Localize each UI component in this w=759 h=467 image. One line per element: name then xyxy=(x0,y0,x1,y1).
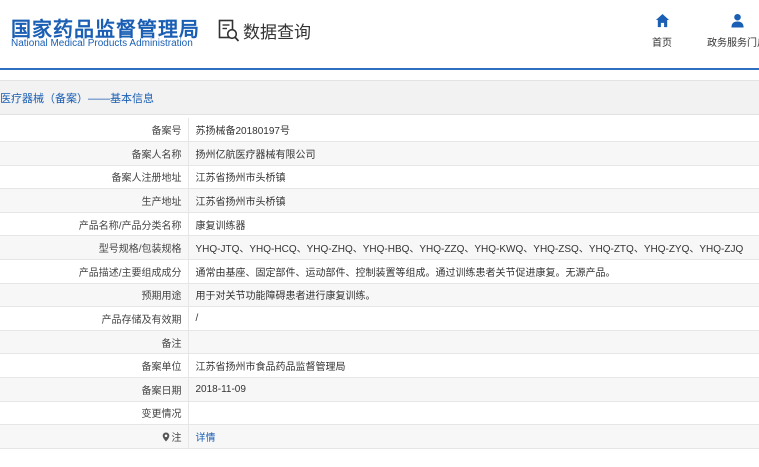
table-row: 产品名称/产品分类名称 康复训练器 xyxy=(0,212,759,237)
row-label: 备案人注册地址 xyxy=(0,165,189,190)
breadcrumb-bar: 医疗器械（备案）——基本信息 xyxy=(0,80,759,115)
row-value: 江苏省扬州市食品药品监督管理局 xyxy=(188,353,759,379)
row-value xyxy=(188,330,759,355)
row-value: 详情 xyxy=(188,424,759,449)
table-row: 备案人注册地址 江苏省扬州市头桥镇 xyxy=(0,165,759,190)
breadcrumb: 医疗器械（备案）——基本信息 xyxy=(0,92,154,105)
data-query-link[interactable]: 数据查询 xyxy=(218,18,311,43)
row-value: 扬州亿航医疗器械有限公司 xyxy=(188,141,759,166)
table-row: 型号规格/包装规格 YHQ-JTQ、YHQ-HCQ、YHQ-ZHQ、YHQ-HB… xyxy=(0,235,759,261)
table-row: 生产地址 江苏省扬州市头桥镇 xyxy=(0,188,759,213)
table-row: 备案日期 2018-11-09 xyxy=(0,377,759,402)
row-value: 通常由基座、固定部件、运动部件、控制装置等组成。通过训练患者关节促进康复。无源产… xyxy=(188,259,759,284)
row-label: 产品存储及有效期 xyxy=(0,306,189,331)
nav-home[interactable]: 首页 xyxy=(652,13,672,49)
row-value: 2018-11-09 xyxy=(188,377,759,402)
row-value: 江苏省扬州市头桥镇 xyxy=(188,188,759,213)
row-label: 注 xyxy=(171,433,182,445)
row-label: 预期用途 xyxy=(0,283,189,308)
nav-home-label: 首页 xyxy=(652,38,672,49)
row-label: 备注 xyxy=(0,330,189,355)
note-label-cell: 注 xyxy=(0,424,189,449)
table-row: 产品存储及有效期 / xyxy=(0,306,759,331)
row-label: 生产地址 xyxy=(0,188,189,213)
row-value: 用于对关节功能障碍患者进行康复训练。 xyxy=(188,283,759,308)
record-info-table: 备案号 苏扬械备20180197号 备案人名称 扬州亿航医疗器械有限公司 备案人… xyxy=(0,118,759,449)
row-value: YHQ-JTQ、YHQ-HCQ、YHQ-ZHQ、YHQ-HBQ、YHQ-ZZQ、… xyxy=(188,235,759,261)
row-value: 苏扬械备20180197号 xyxy=(188,118,759,143)
logo-subtitle[interactable]: National Medical Products Administration xyxy=(11,38,193,49)
row-label: 产品描述/主要组成成分 xyxy=(0,259,189,284)
row-value: 江苏省扬州市头桥镇 xyxy=(188,165,759,190)
row-label: 型号规格/包装规格 xyxy=(0,235,189,261)
table-row: 预期用途 用于对关节功能障碍患者进行康复训练。 xyxy=(0,283,759,308)
row-label: 备案人名称 xyxy=(0,141,189,166)
details-link[interactable]: 详情 xyxy=(196,433,216,444)
table-row: 变更情况 xyxy=(0,401,759,426)
nav-gov-service-label: 政务服务门户 xyxy=(707,38,759,49)
table-row: 注 详情 xyxy=(0,424,759,449)
location-pin-icon xyxy=(162,432,169,442)
table-row: 备注 xyxy=(0,330,759,355)
table-row: 产品描述/主要组成成分 通常由基座、固定部件、运动部件、控制装置等组成。通过训练… xyxy=(0,259,759,284)
row-value: 康复训练器 xyxy=(188,212,759,237)
row-label: 备案日期 xyxy=(0,377,189,402)
row-value: / xyxy=(188,306,759,331)
row-label: 产品名称/产品分类名称 xyxy=(0,212,189,237)
header-divider xyxy=(0,68,759,70)
row-label: 变更情况 xyxy=(0,401,189,426)
table-row: 备案单位 江苏省扬州市食品药品监督管理局 xyxy=(0,353,759,379)
table-row: 备案人名称 扬州亿航医疗器械有限公司 xyxy=(0,141,759,166)
table-row: 备案号 苏扬械备20180197号 xyxy=(0,118,759,143)
row-label: 备案号 xyxy=(0,118,189,143)
search-document-icon xyxy=(218,19,240,42)
user-icon xyxy=(730,13,744,28)
home-icon xyxy=(655,13,669,28)
row-value xyxy=(188,401,759,426)
row-label: 备案单位 xyxy=(0,353,189,379)
nav-gov-service[interactable]: 政务服务门户 xyxy=(707,13,759,49)
site-header: 国家药品监督管理局 National Medical Products Admi… xyxy=(0,0,759,68)
data-query-label: 数据查询 xyxy=(243,23,311,42)
